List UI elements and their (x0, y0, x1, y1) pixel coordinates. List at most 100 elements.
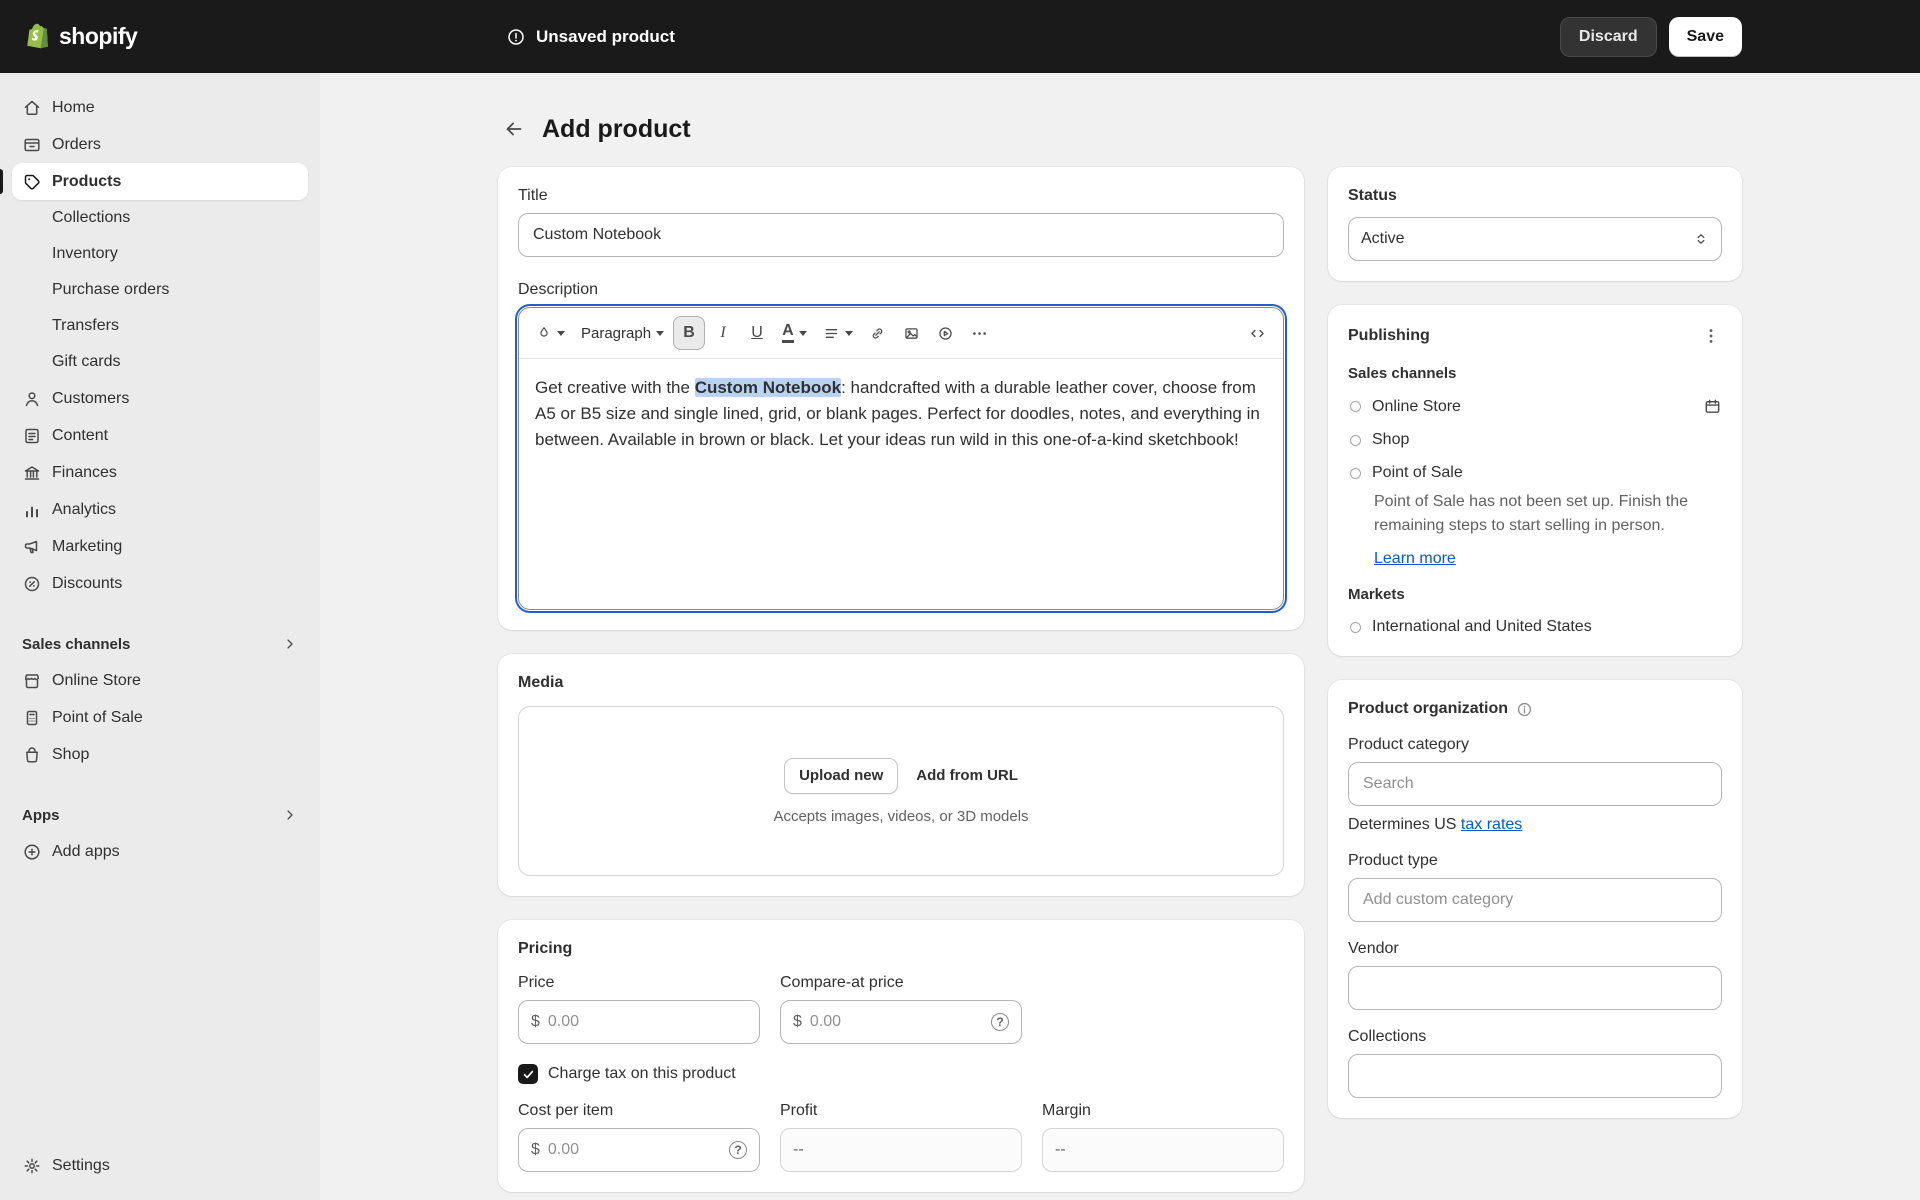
product-category-input[interactable] (1348, 762, 1722, 806)
main-content: Add product Title Description (320, 73, 1920, 1200)
sidebar-item-label: Online Store (52, 672, 141, 690)
status-select[interactable]: Active (1348, 217, 1722, 261)
product-organization-card: Product organization Product category De… (1328, 680, 1742, 1118)
sidebar-item-shop[interactable]: Shop (12, 736, 308, 773)
sidebar-item-analytics[interactable]: Analytics (12, 491, 308, 528)
chevron-down-icon (557, 331, 565, 336)
sidebar-item-add-apps[interactable]: Add apps (12, 833, 308, 870)
sidebar-item-online-store[interactable]: Online Store (12, 662, 308, 699)
help-icon[interactable]: ? (729, 1141, 747, 1159)
sidebar-item-orders[interactable]: Orders (12, 126, 308, 163)
bold-button[interactable]: B (673, 316, 705, 350)
format-color-button[interactable] (529, 316, 572, 350)
arrow-left-icon (504, 119, 524, 139)
more-options-button[interactable] (964, 316, 996, 350)
sales-channels-header[interactable]: Sales channels (12, 626, 308, 662)
info-icon[interactable] (1516, 701, 1533, 718)
shopify-wordmark: shopify (59, 23, 137, 50)
sidebar-item-marketing[interactable]: Marketing (12, 528, 308, 565)
margin-value: -- (1055, 1141, 1066, 1159)
save-button[interactable]: Save (1669, 17, 1742, 57)
text-alignment-button[interactable] (816, 316, 860, 350)
chevron-down-icon (656, 331, 664, 336)
sidebar-item-label: Customers (52, 390, 129, 408)
currency-prefix: $ (531, 1013, 540, 1031)
title-label: Title (518, 187, 1284, 205)
sales-channels-subhead: Sales channels (1348, 365, 1722, 382)
underline-button[interactable]: U (741, 316, 773, 350)
sidebar-item-label: Home (52, 99, 95, 117)
learn-more-link[interactable]: Learn more (1374, 550, 1456, 568)
vendor-input[interactable] (1348, 966, 1722, 1010)
page-header: Add product (498, 113, 1742, 145)
description-text[interactable]: Get creative with the Custom Notebook: h… (519, 359, 1283, 609)
sidebar: Home Orders Products Collections Invento… (0, 73, 320, 1200)
insert-link-button[interactable] (862, 316, 894, 350)
insert-video-button[interactable] (930, 316, 962, 350)
sidebar-item-discounts[interactable]: Discounts (12, 565, 308, 602)
alert-icon (506, 27, 526, 47)
channel-row-online-store: Online Store (1348, 397, 1722, 416)
sidebar-item-finances[interactable]: Finances (12, 454, 308, 491)
discounts-icon (22, 574, 42, 594)
channel-bullet (1350, 468, 1361, 479)
channel-row-shop: Shop (1348, 431, 1722, 449)
discard-button[interactable]: Discard (1560, 17, 1657, 57)
add-from-url-button[interactable]: Add from URL (916, 767, 1018, 784)
sidebar-item-transfers[interactable]: Transfers (12, 308, 308, 344)
charge-tax-checkbox-row[interactable]: Charge tax on this product (518, 1064, 1284, 1084)
text-color-button[interactable]: A (775, 316, 814, 350)
help-icon[interactable]: ? (991, 1013, 1009, 1031)
margin-label: Margin (1042, 1102, 1284, 1120)
media-dropzone[interactable]: Upload new Add from URL Accepts images, … (518, 706, 1284, 876)
shopify-bag-icon (24, 22, 51, 52)
margin-field-group: Margin -- (1042, 1086, 1284, 1172)
collections-input[interactable] (1348, 1054, 1722, 1098)
apps-header[interactable]: Apps (12, 797, 308, 833)
pos-setup-note: Point of Sale has not been set up. Finis… (1374, 490, 1722, 538)
schedule-publish-button[interactable] (1703, 397, 1722, 416)
shopify-logo[interactable]: shopify (24, 22, 137, 52)
sidebar-item-content[interactable]: Content (12, 417, 308, 454)
back-button[interactable] (498, 113, 530, 145)
page-title: Add product (542, 115, 691, 144)
sidebar-item-inventory[interactable]: Inventory (12, 236, 308, 272)
sidebar-item-purchase-orders[interactable]: Purchase orders (12, 272, 308, 308)
status-title: Status (1348, 187, 1722, 205)
channel-row-point-of-sale: Point of Sale (1348, 464, 1722, 482)
show-code-button[interactable] (1241, 316, 1273, 350)
publishing-menu-button[interactable] (1700, 325, 1722, 347)
sidebar-item-gift-cards[interactable]: Gift cards (12, 344, 308, 380)
italic-button[interactable]: I (707, 316, 739, 350)
description-label: Description (518, 281, 1284, 299)
channel-bullet (1350, 435, 1361, 446)
calendar-icon (1703, 397, 1722, 416)
paragraph-style-button[interactable]: Paragraph (574, 316, 671, 350)
description-editor: Paragraph B I U A (518, 307, 1284, 610)
tax-note: Determines US tax rates (1348, 816, 1722, 834)
sidebar-item-point-of-sale[interactable]: Point of Sale (12, 699, 308, 736)
margin-value-wrap: -- (1042, 1128, 1284, 1172)
sidebar-item-customers[interactable]: Customers (12, 380, 308, 417)
sidebar-item-collections[interactable]: Collections (12, 200, 308, 236)
tax-rates-link[interactable]: tax rates (1461, 816, 1522, 833)
sidebar-item-label: Products (52, 173, 121, 191)
content-icon (22, 426, 42, 446)
sidebar-item-label: Shop (52, 746, 89, 764)
cost-label: Cost per item (518, 1102, 760, 1120)
compare-at-input[interactable] (810, 1013, 983, 1031)
upload-new-button[interactable]: Upload new (784, 758, 898, 794)
checkbox-checked-icon[interactable] (518, 1064, 538, 1084)
cost-per-item-input[interactable] (548, 1141, 721, 1159)
add-apps-icon (22, 842, 42, 862)
sidebar-item-home[interactable]: Home (12, 89, 308, 126)
highlighted-text: Custom Notebook (695, 378, 841, 397)
sidebar-item-products[interactable]: Products (12, 163, 308, 200)
price-input[interactable] (548, 1013, 747, 1031)
sidebar-item-settings[interactable]: Settings (12, 1147, 308, 1184)
title-input[interactable] (518, 213, 1284, 257)
insert-image-button[interactable] (896, 316, 928, 350)
shop-bag-icon (22, 745, 42, 765)
product-type-input[interactable] (1348, 878, 1722, 922)
sidebar-item-label: Finances (52, 464, 117, 482)
